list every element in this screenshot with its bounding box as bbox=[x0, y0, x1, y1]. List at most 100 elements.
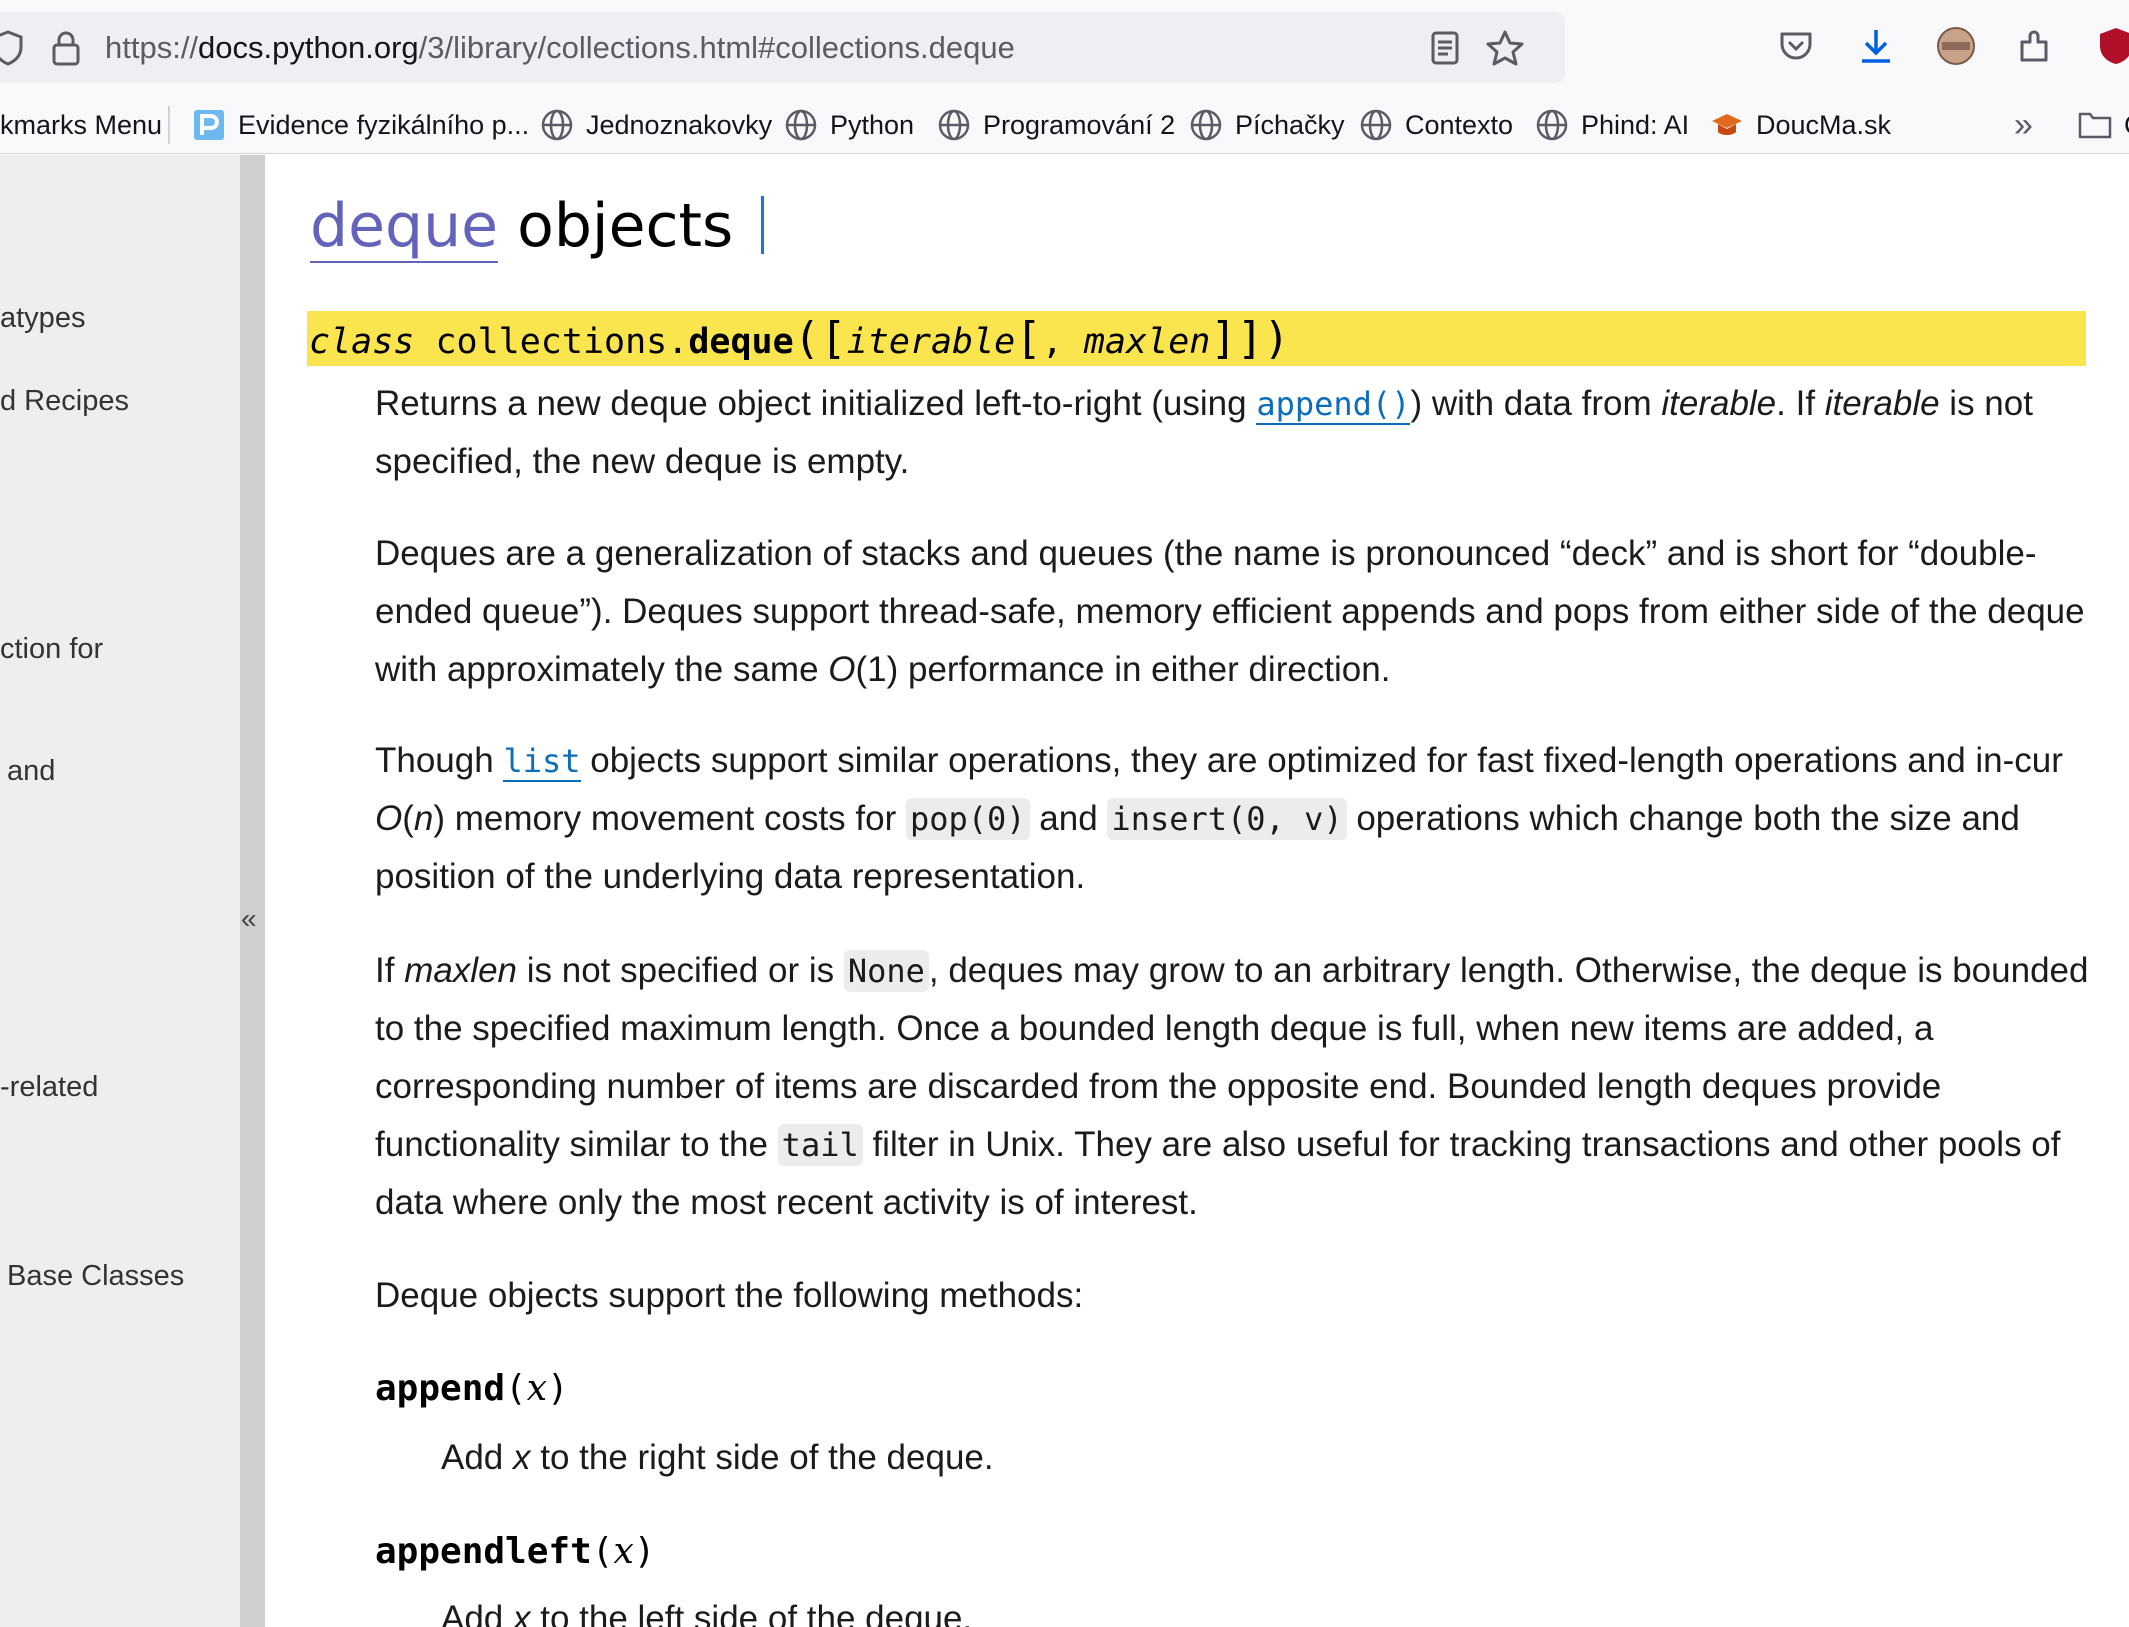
text: to the right side of the deque. bbox=[530, 1438, 994, 1477]
paragraph-3: Though list objects support similar oper… bbox=[375, 732, 2105, 906]
sidebar-collapse-button[interactable]: « bbox=[240, 155, 265, 1627]
ublock-icon[interactable] bbox=[2088, 18, 2129, 74]
bookmark-doucma[interactable]: DoucMa.sk bbox=[1710, 96, 1891, 154]
emphasis: x bbox=[513, 1599, 531, 1627]
emphasis: iterable bbox=[1661, 384, 1777, 423]
method-paren: ( bbox=[505, 1368, 527, 1409]
method-arg: x bbox=[613, 1531, 634, 1572]
text: . If bbox=[1776, 384, 1825, 423]
emphasis: n bbox=[413, 799, 434, 838]
sig-paren: ( bbox=[793, 313, 821, 364]
class-signature: class collections.deque([iterable[, maxl… bbox=[307, 311, 2086, 366]
bookmark-label: Jednoznakovky bbox=[586, 109, 773, 140]
bookmark-label: Contexto bbox=[1405, 109, 1514, 140]
paragraph-2: Deques are a generalization of stacks an… bbox=[375, 525, 2105, 699]
globe-icon bbox=[540, 108, 574, 142]
bookmark-phind-ai[interactable]: Phind: AI bbox=[1535, 96, 1689, 154]
bookmark-label: C bbox=[2124, 110, 2129, 141]
text: ) with data from bbox=[1410, 384, 1662, 423]
url-path: /3/library/collections.html#collections.… bbox=[418, 30, 1015, 65]
graduation-cap-icon bbox=[1710, 108, 1744, 142]
sidebar-item[interactable]: Base Classes bbox=[7, 1260, 184, 1293]
text: ) memory movement costs for bbox=[433, 799, 906, 838]
address-bar[interactable]: https://docs.python.org/3/library/collec… bbox=[0, 12, 1565, 83]
sidebar-item[interactable]: -related bbox=[0, 1071, 98, 1104]
emphasis: iterable bbox=[1824, 384, 1940, 423]
bookmark-label: Evidence fyzikálního p... bbox=[238, 109, 530, 140]
method-append-signature: append(x) bbox=[375, 1368, 569, 1409]
emphasis: O bbox=[375, 799, 403, 838]
sidebar-item[interactable]: and bbox=[7, 755, 55, 788]
bookmarks-toolbar: kmarks Menu Evidence fyzikálního p... Je… bbox=[0, 96, 2129, 154]
bookmark-folder[interactable]: C bbox=[2078, 96, 2129, 154]
url-text[interactable]: https://docs.python.org/3/library/collec… bbox=[105, 12, 1015, 83]
bookmark-jednoznakovky[interactable]: Jednoznakovky bbox=[540, 96, 772, 154]
append-link[interactable]: append() bbox=[1256, 385, 1411, 425]
reader-view-icon[interactable] bbox=[1420, 12, 1470, 83]
shield-icon[interactable] bbox=[0, 12, 28, 83]
bookmark-bookmarks-menu[interactable]: kmarks Menu bbox=[0, 96, 162, 154]
sig-keyword: class bbox=[309, 322, 415, 362]
url-scheme: https:// bbox=[105, 30, 199, 65]
heading-link[interactable]: deque bbox=[310, 191, 499, 263]
bookmarks-separator bbox=[168, 106, 170, 144]
chevron-label: » bbox=[2014, 105, 2033, 144]
sidebar-item[interactable]: d Recipes bbox=[0, 385, 129, 418]
inline-code: None bbox=[843, 950, 929, 992]
collapse-chevron-icon: « bbox=[241, 903, 257, 934]
browser-toolbar: https://docs.python.org/3/library/collec… bbox=[0, 0, 2129, 96]
p-logo-icon bbox=[192, 108, 226, 142]
download-icon[interactable] bbox=[1848, 18, 1904, 74]
text: ( bbox=[402, 799, 414, 838]
sig-param: iterable bbox=[846, 322, 1016, 362]
bookmark-evidence[interactable]: Evidence fyzikálního p... bbox=[192, 96, 529, 154]
method-paren: ) bbox=[633, 1531, 656, 1572]
method-name: append bbox=[375, 1368, 506, 1409]
bookmark-python[interactable]: Python bbox=[784, 96, 914, 154]
text: to the left side of the deque. bbox=[530, 1599, 973, 1627]
bookmarks-overflow-chevron-icon[interactable]: » bbox=[2014, 96, 2033, 154]
text: and bbox=[1029, 799, 1108, 838]
list-link[interactable]: list bbox=[503, 742, 581, 782]
sig-param: maxlen bbox=[1083, 322, 1211, 362]
sig-bracket: [ bbox=[1015, 313, 1042, 364]
globe-icon bbox=[1535, 108, 1569, 142]
emphasis: x bbox=[513, 1438, 531, 1477]
sig-name: deque bbox=[688, 322, 794, 362]
sidebar-item[interactable]: atypes bbox=[0, 302, 85, 335]
method-name: appendleft bbox=[375, 1531, 592, 1572]
inline-code: insert(0, v) bbox=[1107, 798, 1347, 840]
url-host: docs.python.org bbox=[198, 30, 419, 65]
heading-text: objects bbox=[517, 191, 734, 261]
method-appendleft-signature: appendleft(x) bbox=[375, 1531, 655, 1572]
bookmark-pichacky[interactable]: Píchačky bbox=[1189, 96, 1345, 154]
method-append-description: Add x to the right side of the deque. bbox=[441, 1438, 994, 1478]
globe-icon bbox=[1189, 108, 1223, 142]
text: Returns a new deque object initialized l… bbox=[375, 384, 1257, 423]
bookmark-contexto[interactable]: Contexto bbox=[1359, 96, 1513, 154]
avatar[interactable] bbox=[1928, 18, 1984, 74]
sidebar-item[interactable]: ction for bbox=[0, 633, 103, 666]
sig-sep: , bbox=[1041, 322, 1084, 362]
inline-code: tail bbox=[777, 1124, 863, 1166]
inline-code: pop(0) bbox=[905, 798, 1030, 840]
bookmark-label: DoucMa.sk bbox=[1756, 109, 1892, 140]
bookmark-programovani-2[interactable]: Programování 2 bbox=[937, 96, 1175, 154]
method-paren: ) bbox=[547, 1368, 569, 1409]
bookmark-star-icon[interactable] bbox=[1480, 12, 1530, 83]
text: If bbox=[375, 951, 405, 990]
paragraph-5: Deque objects support the following meth… bbox=[375, 1276, 1084, 1315]
section-heading: deque objects bbox=[310, 191, 765, 263]
extensions-icon[interactable] bbox=[2008, 18, 2064, 74]
globe-icon bbox=[1359, 108, 1393, 142]
bookmark-label: kmarks Menu bbox=[0, 109, 163, 140]
paragraph-1: Returns a new deque object initialized l… bbox=[375, 375, 2105, 491]
method-appendleft-description: Add x to the left side of the deque. bbox=[441, 1599, 972, 1627]
text: Though bbox=[375, 741, 504, 780]
lock-icon[interactable] bbox=[46, 12, 86, 83]
pocket-icon[interactable] bbox=[1768, 18, 1824, 74]
doc-content: deque objects class collections.deque([i… bbox=[265, 155, 2129, 1627]
text: Add bbox=[441, 1438, 513, 1477]
text: is not specified or is bbox=[517, 951, 844, 990]
bookmark-label: Píchačky bbox=[1235, 109, 1345, 140]
